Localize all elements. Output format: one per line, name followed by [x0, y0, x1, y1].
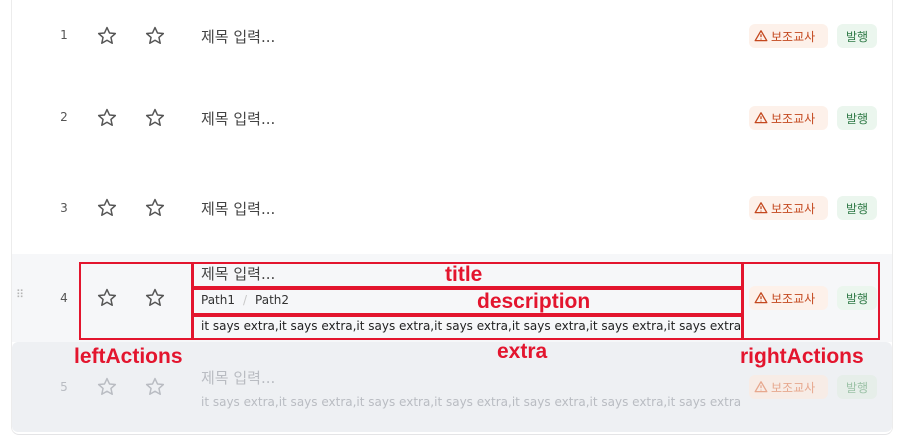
favorite-star-icon[interactable] [96, 25, 118, 47]
warning-triangle-icon [754, 111, 768, 125]
extra-annotation-label: extra [497, 340, 548, 363]
badge-label: 보조교사 [771, 201, 816, 216]
published-status-badge: 발행 [837, 106, 877, 130]
badge-label: 보조교사 [771, 111, 816, 126]
description-annotation-label: description [477, 290, 591, 313]
favorite-star-icon[interactable] [96, 107, 118, 129]
bookmark-star-icon[interactable] [144, 25, 166, 47]
published-status-badge: 발행 [837, 24, 877, 48]
row-number: 4 [60, 291, 68, 305]
published-status-badge: 발행 [837, 375, 877, 399]
row-number: 3 [60, 201, 68, 215]
warning-triangle-icon [754, 29, 768, 43]
badge-label: 보조교사 [771, 380, 816, 395]
right-actions-annotation-box [742, 262, 880, 340]
list-item[interactable]: 3 제목 입력... 보조교사 발행 [12, 162, 892, 254]
title-annotation-label: title [445, 263, 483, 286]
favorite-star-icon[interactable] [96, 376, 118, 398]
item-title[interactable]: 제목 입력... [201, 367, 275, 388]
assistant-teacher-badge: 보조교사 [749, 196, 828, 220]
row-number: 5 [60, 380, 68, 394]
item-title[interactable]: 제목 입력... [201, 108, 275, 129]
warning-triangle-icon [754, 380, 768, 394]
description-annotation-box [192, 288, 743, 315]
list-item[interactable]: 2 제목 입력... 보조교사 발행 [12, 76, 892, 162]
item-extra: it says extra,it says extra,it says extr… [201, 395, 742, 409]
bookmark-star-icon[interactable] [144, 376, 166, 398]
row-number: 1 [60, 28, 68, 42]
assistant-teacher-badge: 보조교사 [749, 106, 828, 130]
drag-handle-icon[interactable]: ⠿ [16, 289, 24, 300]
favorite-star-icon[interactable] [96, 197, 118, 219]
right-actions-annotation-label: rightActions [740, 345, 864, 368]
item-title[interactable]: 제목 입력... [201, 198, 275, 219]
badge-label: 보조교사 [771, 29, 816, 44]
item-title[interactable]: 제목 입력... [201, 26, 275, 47]
article-list: 1 제목 입력... 보조교사 발행 2 제목 입력... 보조교사 발행 3 … [11, 0, 893, 435]
assistant-teacher-badge: 보조교사 [749, 24, 828, 48]
extra-annotation-box [192, 315, 743, 340]
assistant-teacher-badge: 보조교사 [749, 375, 828, 399]
bookmark-star-icon[interactable] [144, 107, 166, 129]
bookmark-star-icon[interactable] [144, 197, 166, 219]
left-actions-annotation-label: leftActions [74, 345, 183, 368]
row-number: 2 [60, 110, 68, 124]
list-item[interactable]: 1 제목 입력... 보조교사 발행 [12, 0, 892, 76]
published-status-badge: 발행 [837, 196, 877, 220]
left-actions-annotation-box [79, 262, 193, 340]
warning-triangle-icon [754, 201, 768, 215]
